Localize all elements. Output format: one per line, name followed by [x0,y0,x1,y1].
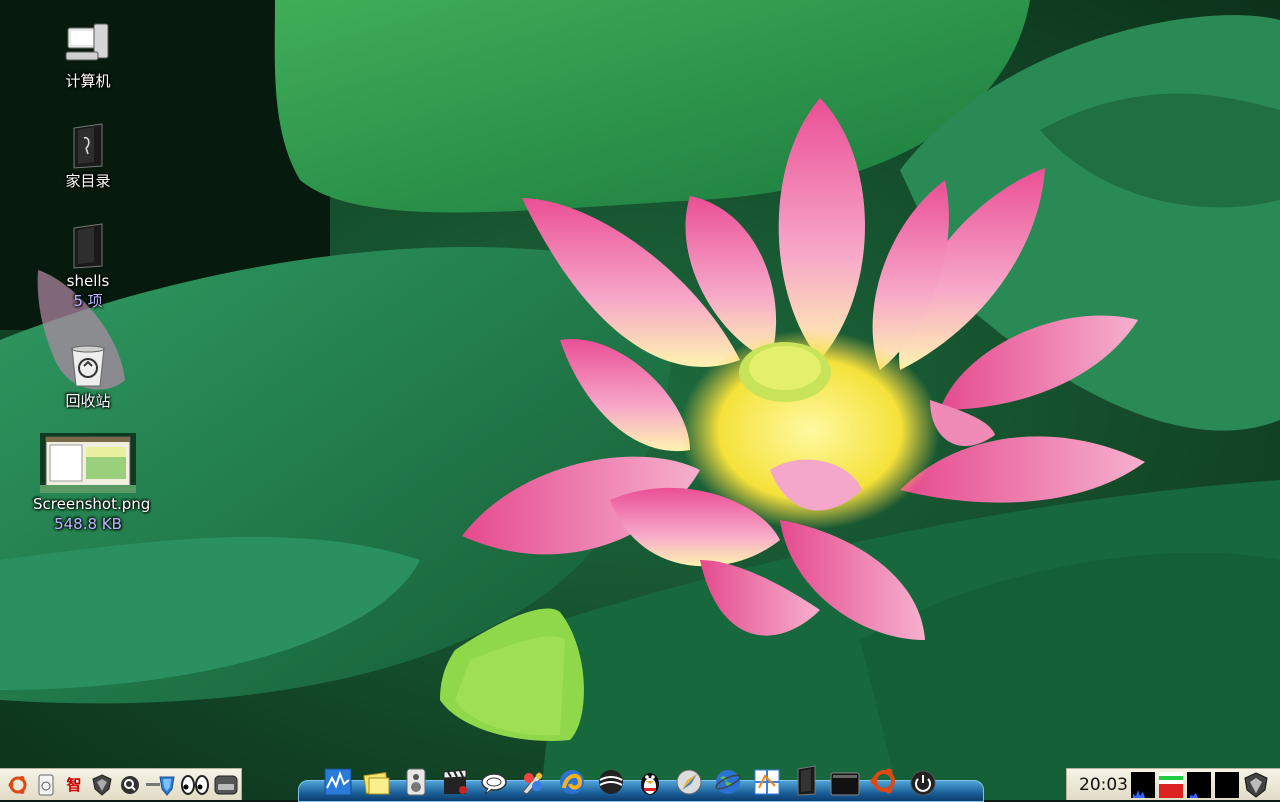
desktop-icon-label: Screenshot.png [33,495,151,513]
globe-ball-icon[interactable] [595,762,626,796]
computer-icon [65,23,109,61]
network-icon[interactable] [146,773,176,797]
desktop-icon-label: 计算机 [65,72,111,90]
speaker-icon[interactable] [400,762,431,796]
cpu-monitor-icon[interactable] [1131,771,1155,798]
desktop-icon-file-size: 548.8 KB [54,515,122,533]
power-icon[interactable] [907,762,938,796]
chat-bubble-icon[interactable] [478,762,509,796]
memory-monitor-icon[interactable] [1159,771,1183,798]
disk-monitor-icon[interactable] [1215,771,1239,798]
eyes-icon[interactable] [180,773,210,797]
desktop-wallpaper [0,0,1280,800]
clapperboard-icon[interactable] [439,762,470,796]
system-monitor-icon[interactable] [322,762,353,796]
network-monitor-icon[interactable] [1187,771,1211,798]
desktop-icon-item-count: 5 项 [73,292,103,310]
qq-penguin-icon[interactable] [634,762,665,796]
magnifier-icon[interactable] [118,773,142,797]
desktop-icon-shells[interactable]: shells 5 项 [33,222,143,312]
desktop-icon-label: 回收站 [65,392,111,410]
terminal-icon[interactable] [829,762,860,796]
system-tray: 20:03 [1066,768,1280,800]
desktop-icon-label: shells [66,272,110,290]
earth-icon[interactable] [712,762,743,796]
shield-icon[interactable] [90,773,114,797]
desktop-icon-computer[interactable]: 计算机 [33,22,143,92]
dock [322,756,962,796]
left-panel: 智 [0,768,242,800]
image-thumbnail-icon [40,433,136,493]
browser-swirl-icon[interactable] [556,762,587,796]
compass-icon[interactable] [673,762,704,796]
zhi-input-icon[interactable]: 智 [62,773,86,797]
home-folder-icon [73,123,103,169]
zhi-char: 智 [66,776,82,794]
ubuntu-logo-icon[interactable] [868,762,899,796]
desktop-icon-label: 家目录 [65,172,111,190]
map-icon[interactable] [751,762,782,796]
trash-icon [71,345,105,387]
shield-icon[interactable] [1243,771,1269,798]
desktop-icon-trash[interactable]: 回收站 [33,342,143,412]
drive-icon[interactable] [214,773,238,797]
paint-palette-icon[interactable] [517,762,548,796]
desktop-icon-screenshot[interactable]: Screenshot.png 548.8 KB [33,433,151,535]
book-icon[interactable] [790,762,821,796]
document-icon[interactable] [34,773,58,797]
desktop-icon-home[interactable]: 家目录 [33,122,143,192]
folder-icon [73,223,103,269]
notes-icon[interactable] [361,762,392,796]
clock[interactable]: 20:03 [1079,775,1128,795]
ubuntu-logo-icon[interactable] [6,773,30,797]
